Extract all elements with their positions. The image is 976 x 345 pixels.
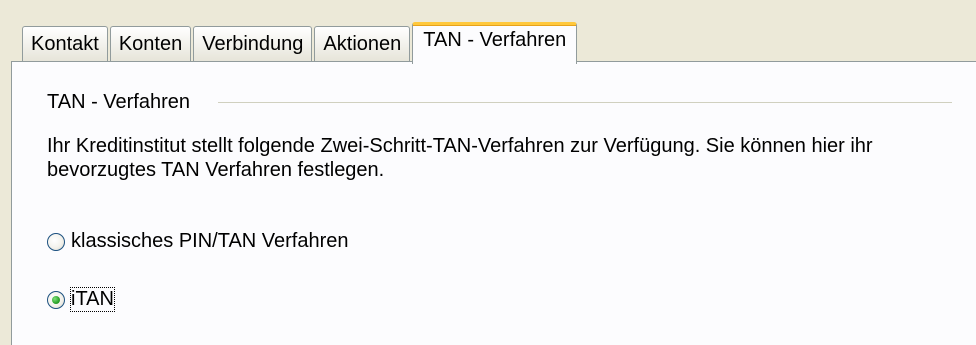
tab-panel-tan-verfahren: TAN - Verfahren Ihr Kreditinstitut stell…: [11, 61, 976, 345]
radio-option-itan[interactable]: iTAN: [47, 287, 115, 312]
tab-konten[interactable]: Konten: [109, 26, 192, 62]
radio-checked-icon[interactable]: [47, 290, 65, 309]
tab-kontakt[interactable]: Kontakt: [22, 26, 108, 62]
group-box-header: TAN - Verfahren: [47, 90, 952, 114]
group-box-divider: [218, 101, 952, 103]
description-text: Ihr Kreditinstitut stellt folgende Zwei-…: [47, 134, 947, 182]
radio-option-klassisch[interactable]: klassisches PIN/TAN Verfahren: [47, 230, 349, 253]
tab-strip: Kontakt Konten Verbindung Aktionen TAN -…: [22, 22, 579, 64]
group-box-title: TAN - Verfahren: [47, 90, 191, 113]
radio-label-itan[interactable]: iTAN: [70, 287, 115, 312]
tab-aktionen[interactable]: Aktionen: [314, 26, 411, 62]
radio-label-klassisch[interactable]: klassisches PIN/TAN Verfahren: [71, 230, 349, 253]
radio-unchecked-icon[interactable]: [47, 232, 65, 251]
settings-window: Kontakt Konten Verbindung Aktionen TAN -…: [0, 0, 976, 345]
tab-tan-verfahren[interactable]: TAN - Verfahren: [412, 22, 578, 64]
description-line-2: bevorzugtes TAN Verfahren festlegen.: [47, 159, 385, 181]
description-line-1: Ihr Kreditinstitut stellt folgende Zwei-…: [47, 135, 873, 157]
tab-verbindung[interactable]: Verbindung: [193, 26, 313, 62]
